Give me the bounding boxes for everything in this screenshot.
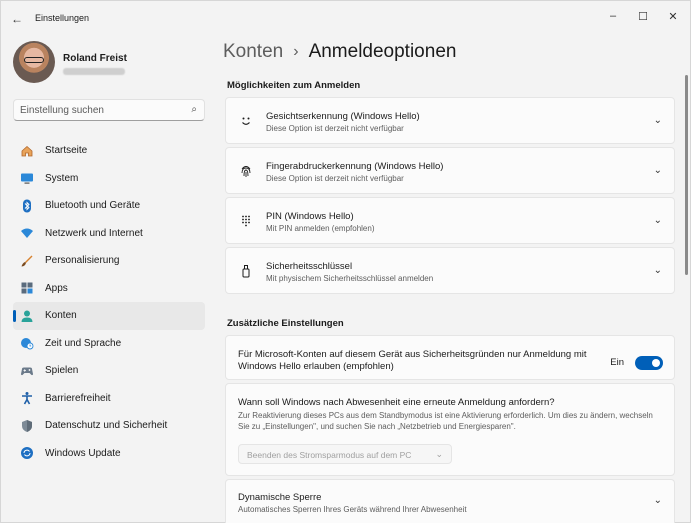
sidebar-item-label: Personalisierung xyxy=(45,255,120,267)
hello-only-text: Für Microsoft-Konten auf diesem Gerät au… xyxy=(238,349,587,372)
sidebar-item-konten[interactable]: Konten xyxy=(13,302,205,330)
sidebar-item-spielen[interactable]: Spielen xyxy=(13,357,205,385)
face-icon xyxy=(238,113,254,129)
arrow-left-icon: ← xyxy=(11,12,23,26)
profile-email-redacted xyxy=(63,68,125,75)
close-button[interactable]: ✕ xyxy=(659,5,687,27)
option-title: Gesichtserkennung (Windows Hello) xyxy=(266,111,420,122)
profile-name: Roland Freist xyxy=(63,53,127,64)
sidebar-item-label: Netzwerk und Internet xyxy=(45,227,143,239)
chevron-down-icon[interactable]: ⌄ xyxy=(654,115,662,126)
sidebar-item-label: Bluetooth und Geräte xyxy=(45,200,141,212)
dynamic-lock-subtitle: Automatisches Sperren Ihres Geräts währe… xyxy=(238,505,467,514)
option-subtitle: Mit physischem Sicherheitsschlüssel anme… xyxy=(266,274,434,283)
close-icon: ✕ xyxy=(668,10,678,23)
usb-key-icon xyxy=(238,263,254,279)
maximize-button[interactable]: ☐ xyxy=(629,5,657,27)
sync-icon xyxy=(19,445,35,461)
signin-option-security-key[interactable]: Sicherheitsschlüssel Mit physischem Sich… xyxy=(225,247,675,294)
keypad-icon xyxy=(238,213,254,229)
scrollbar[interactable] xyxy=(685,75,688,275)
dropdown-value: Beenden des Stromsparmodus auf dem PC xyxy=(247,450,412,460)
sidebar-item-label: Windows Update xyxy=(45,447,121,459)
search-icon[interactable]: ⌕ xyxy=(191,104,197,115)
sidebar-item-label: System xyxy=(45,172,79,184)
chevron-down-icon[interactable]: ⌄ xyxy=(654,265,662,276)
gamepad-icon xyxy=(19,363,35,379)
title-bar: ← Einstellungen – ☐ ✕ xyxy=(1,1,690,35)
back-button[interactable]: ← xyxy=(7,9,27,29)
sidebar-item-netzwerk[interactable]: Netzwerk und Internet xyxy=(13,220,205,248)
signin-option-face[interactable]: Gesichtserkennung (Windows Hello) Diese … xyxy=(225,97,675,144)
page-title: Anmeldeoptionen xyxy=(308,41,457,62)
sidebar-item-bluetooth[interactable]: Bluetooth und Geräte xyxy=(13,192,205,220)
shield-icon xyxy=(19,418,35,434)
chevron-down-icon[interactable]: ⌄ xyxy=(654,165,662,176)
sidebar-item-barrierefreiheit[interactable]: Barrierefreiheit xyxy=(13,385,205,413)
reauth-description: Zur Reaktivierung dieses PCs aus dem Sta… xyxy=(238,411,653,431)
sidebar-item-windows-update[interactable]: Windows Update xyxy=(13,440,205,468)
chevron-right-icon: › xyxy=(293,43,299,60)
sidebar-item-apps[interactable]: Apps xyxy=(13,275,205,303)
reauth-title: Wann soll Windows nach Abwesenheit eine … xyxy=(238,397,555,408)
settings-window: ← Einstellungen – ☐ ✕ Roland Freist ⌕ St… xyxy=(0,0,691,523)
chevron-down-icon: ⌄ xyxy=(435,449,443,459)
window-title: Einstellungen xyxy=(35,13,90,23)
signin-option-pin[interactable]: PIN (Windows Hello) Mit PIN anmelden (em… xyxy=(225,197,675,244)
sidebar-item-label: Barrierefreiheit xyxy=(45,392,111,404)
minimize-icon: – xyxy=(609,10,617,22)
option-subtitle: Diese Option ist derzeit nicht verfügbar xyxy=(266,174,404,183)
sidebar-item-label: Startseite xyxy=(45,145,88,157)
sidebar-item-label: Apps xyxy=(45,282,68,294)
accessibility-icon xyxy=(19,390,35,406)
dynamic-lock-title: Dynamische Sperre xyxy=(238,492,322,503)
minimize-button[interactable]: – xyxy=(599,5,627,27)
search-input[interactable] xyxy=(20,103,180,117)
hello-only-toggle[interactable] xyxy=(635,356,663,370)
chevron-down-icon[interactable]: ⌄ xyxy=(654,495,662,506)
option-subtitle: Diese Option ist derzeit nicht verfügbar xyxy=(266,124,404,133)
fingerprint-icon xyxy=(238,163,254,179)
dynamic-lock-setting[interactable]: Dynamische Sperre Automatisches Sperren … xyxy=(225,479,675,523)
search-box[interactable]: ⌕ xyxy=(13,99,205,121)
reauth-dropdown: Beenden des Stromsparmodus auf dem PC ⌄ xyxy=(238,444,452,464)
person-icon xyxy=(19,308,35,324)
breadcrumb-parent[interactable]: Konten xyxy=(223,41,283,63)
globe-clock-icon xyxy=(19,335,35,351)
sidebar-item-system[interactable]: System xyxy=(13,165,205,193)
signin-option-fingerprint[interactable]: Fingerabdruckerkennung (Windows Hello) D… xyxy=(225,147,675,194)
sidebar-item-label: Datenschutz und Sicherheit xyxy=(45,420,168,432)
apps-icon xyxy=(19,280,35,296)
sidebar-item-datenschutz[interactable]: Datenschutz und Sicherheit xyxy=(13,412,205,440)
breadcrumb: Konten › Anmeldeoptionen xyxy=(223,41,456,63)
option-subtitle: Mit PIN anmelden (empfohlen) xyxy=(266,224,375,233)
chevron-down-icon[interactable]: ⌄ xyxy=(654,215,662,226)
hello-only-setting: Für Microsoft-Konten auf diesem Gerät au… xyxy=(225,335,675,380)
sidebar-item-label: Konten xyxy=(45,310,77,322)
section-title-additional: Zusätzliche Einstellungen xyxy=(227,318,344,329)
bluetooth-icon xyxy=(19,198,35,214)
option-title: Fingerabdruckerkennung (Windows Hello) xyxy=(266,161,444,172)
brush-icon xyxy=(19,253,35,269)
sidebar-item-label: Zeit und Sprache xyxy=(45,337,122,349)
sidebar-item-startseite[interactable]: Startseite xyxy=(13,137,205,165)
home-icon xyxy=(19,143,35,159)
option-title: Sicherheitsschlüssel xyxy=(266,261,353,272)
monitor-icon xyxy=(19,170,35,186)
sidebar-item-personalisierung[interactable]: Personalisierung xyxy=(13,247,205,275)
reauth-setting: Wann soll Windows nach Abwesenheit eine … xyxy=(225,383,675,476)
maximize-icon: ☐ xyxy=(638,10,648,23)
avatar xyxy=(13,41,55,83)
toggle-state-label: Ein xyxy=(610,357,624,368)
wifi-icon xyxy=(19,225,35,241)
section-title-signin: Möglichkeiten zum Anmelden xyxy=(227,80,361,91)
option-title: PIN (Windows Hello) xyxy=(266,211,354,222)
user-profile[interactable]: Roland Freist xyxy=(13,41,213,85)
sidebar-nav: Startseite System Bluetooth und Geräte N… xyxy=(13,137,205,467)
sidebar-item-label: Spielen xyxy=(45,365,79,377)
sidebar-item-zeit-sprache[interactable]: Zeit und Sprache xyxy=(13,330,205,358)
